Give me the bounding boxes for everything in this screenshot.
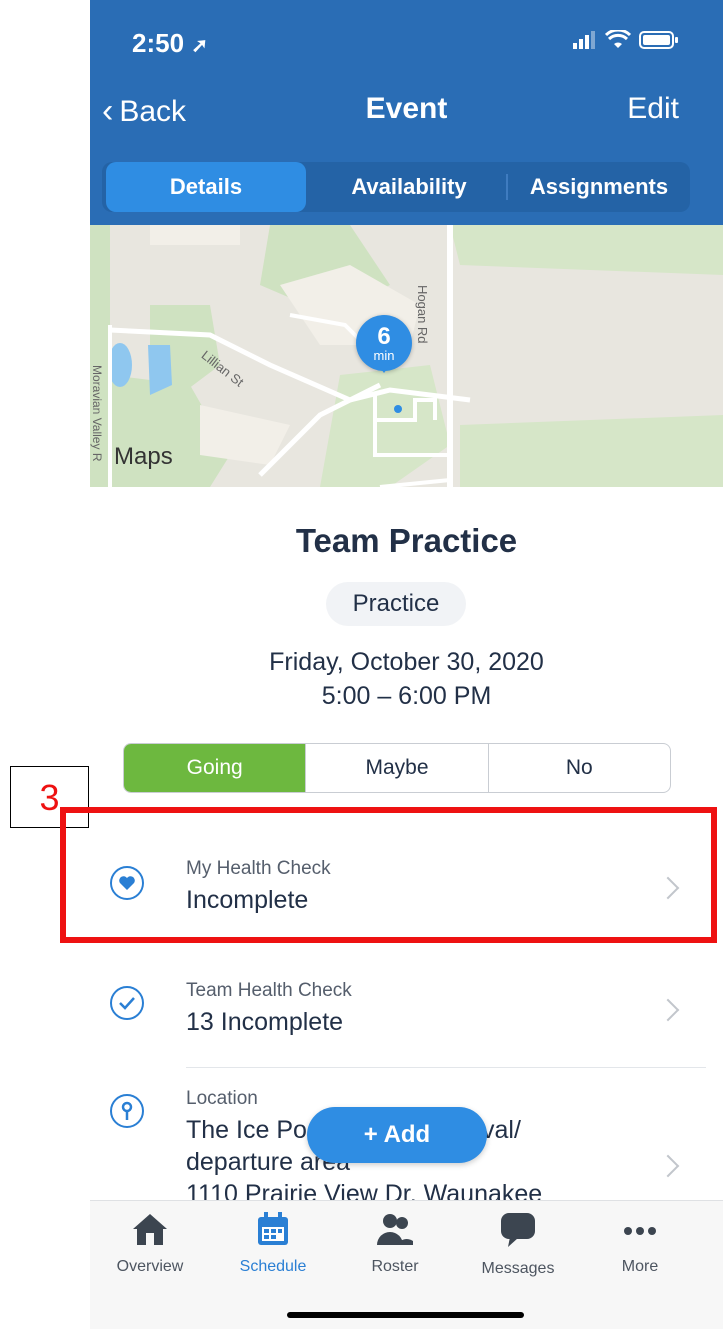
- maps-attribution: Maps: [114, 443, 173, 471]
- segmented-tabs: Details Availability Assignments: [102, 162, 690, 212]
- location-arrow-icon: ➚: [191, 35, 209, 57]
- event-time: 5:00 – 6:00 PM: [321, 682, 492, 710]
- chevron-right-icon: [656, 998, 680, 1022]
- add-button-label: Add: [383, 1121, 431, 1148]
- battery-icon: [639, 31, 678, 49]
- location-label: Location: [186, 1088, 258, 1109]
- tab-availability[interactable]: Availability: [314, 162, 504, 212]
- rsvp-no-button[interactable]: No: [489, 744, 670, 792]
- check-circle-icon: [110, 986, 144, 1020]
- team-health-check-label: Team Health Check: [186, 980, 352, 1001]
- edit-button[interactable]: Edit: [627, 92, 679, 126]
- tab-details[interactable]: Details: [106, 162, 306, 212]
- rsvp-going-button[interactable]: Going: [124, 744, 306, 792]
- status-time-text: 2:50: [132, 28, 185, 58]
- more-dots-icon: [624, 1227, 656, 1235]
- tab-overview-label: Overview: [116, 1258, 184, 1275]
- maps-attribution-text: Maps: [114, 443, 173, 470]
- tab-messages[interactable]: Messages: [468, 1211, 568, 1278]
- tab-messages-label: Messages: [481, 1260, 555, 1277]
- rsvp-maybe-button[interactable]: Maybe: [305, 744, 489, 792]
- people-icon: [377, 1214, 413, 1245]
- location-line1: The Ice Po: [186, 1116, 307, 1144]
- event-title: Team Practice: [295, 522, 518, 559]
- location-pin-icon: [110, 1094, 144, 1128]
- plus-icon: +: [363, 1121, 378, 1148]
- location-line3: 1110 Prairie View Dr, Waunakee: [186, 1180, 543, 1200]
- rsvp-segmented: Going Maybe No: [123, 743, 671, 793]
- chat-bubble-icon: [501, 1213, 535, 1247]
- travel-time-pin[interactable]: 6 min: [356, 315, 412, 371]
- status-time: 2:50 ➚: [132, 28, 208, 59]
- tab-schedule[interactable]: Schedule: [223, 1211, 323, 1276]
- tab-more-label: More: [621, 1258, 659, 1275]
- home-indicator: [287, 1312, 524, 1318]
- calendar-icon: [258, 1212, 288, 1245]
- annotation-highlight-box: [60, 807, 717, 943]
- tab-roster-label: Roster: [371, 1258, 419, 1275]
- pin-tail: [378, 365, 390, 373]
- tab-overview[interactable]: Overview: [100, 1211, 200, 1276]
- tab-roster[interactable]: Roster: [345, 1211, 445, 1276]
- wifi-icon: [605, 30, 631, 48]
- event-date: Friday, October 30, 2020: [269, 648, 544, 676]
- location-line1-tail: val/: [482, 1116, 521, 1144]
- tab-schedule-label: Schedule: [239, 1258, 307, 1275]
- pin-value: 6: [377, 323, 391, 350]
- tab-more[interactable]: More: [590, 1211, 690, 1276]
- event-type-chip: Practice: [326, 582, 466, 626]
- status-icons: [573, 30, 679, 50]
- bottom-tab-bar: Overview Schedule Roster Messages More: [90, 1200, 723, 1329]
- map-view[interactable]: Hogan Rd Lillian St Moravian Valley R 6 …: [90, 225, 723, 487]
- team-health-check-value: 13 Incomplete: [186, 1008, 344, 1036]
- map-label-moravian: Moravian Valley R: [90, 365, 104, 462]
- team-health-check-row[interactable]: Team Health Check 13 Incomplete: [90, 960, 723, 1060]
- row-divider: [186, 1067, 706, 1068]
- header: 2:50 ➚ ‹ Back Event Edit Details Availab…: [90, 0, 723, 225]
- phone-screen: 2:50 ➚ ‹ Back Event Edit Details Availab…: [90, 0, 723, 1329]
- pin-unit: min: [373, 348, 395, 363]
- tab-assignments[interactable]: Assignments: [510, 162, 688, 212]
- add-button[interactable]: + Add: [307, 1107, 487, 1163]
- chevron-right-icon: [656, 1154, 680, 1178]
- signal-icon: [573, 31, 595, 49]
- pin-dot: [394, 405, 402, 413]
- map-label-hogan: Hogan Rd: [415, 285, 430, 344]
- home-icon: [133, 1214, 167, 1245]
- tab-divider: [506, 174, 508, 200]
